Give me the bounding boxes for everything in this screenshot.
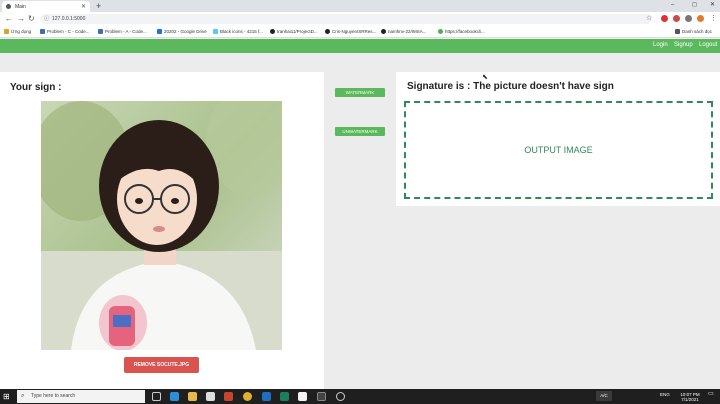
mouse-cursor-icon: ⬉ <box>482 74 488 81</box>
language-indicator[interactable]: A/C <box>596 391 612 401</box>
bookmarks-bar: Ứng dụng Problem - C - Code... Problem -… <box>0 26 720 38</box>
task-view-icon[interactable] <box>152 392 161 401</box>
chrome-icon[interactable] <box>243 392 252 401</box>
uploaded-photo <box>41 101 282 350</box>
extensions-puzzle-icon[interactable] <box>685 15 692 22</box>
store-icon[interactable] <box>206 392 215 401</box>
globe-icon <box>6 4 11 9</box>
bookmark-item[interactable]: https://facebookcli... <box>438 29 485 34</box>
login-link[interactable]: Login <box>653 42 668 48</box>
bookmark-item[interactable]: 20202 - Google Drive <box>157 29 207 34</box>
bookmark-item[interactable]: tranhai11/ProjectD... <box>270 29 318 34</box>
signup-link[interactable]: Signup <box>674 42 693 48</box>
reading-list[interactable]: Danh sách đọc <box>675 29 712 34</box>
extension-abp-icon[interactable] <box>661 15 668 22</box>
reload-icon[interactable]: ↻ <box>28 13 35 25</box>
browser-tab[interactable]: Main ✕ <box>2 1 90 12</box>
bookmark-star-icon[interactable]: ☆ <box>646 13 652 25</box>
file-explorer-icon[interactable] <box>188 392 197 401</box>
bookmark-item[interactable]: Black icons - 4215 f... <box>213 29 263 34</box>
bookmark-apps[interactable]: Ứng dụng <box>4 29 31 34</box>
bookmark-favicon-icon <box>40 29 45 34</box>
signature-result: Signature is : The picture doesn't have … <box>407 81 614 92</box>
apps-grid-icon <box>4 29 9 34</box>
output-placeholder: OUTPUT IMAGE <box>524 145 593 155</box>
extension-red-icon[interactable] <box>673 15 680 22</box>
browser-toolbar: ← → ↻ ⓘ 127.0.0.1:5000 ☆ ⋮ <box>0 12 720 26</box>
menu-kebab-icon[interactable]: ⋮ <box>710 13 717 25</box>
portrait-image <box>41 101 282 350</box>
windows-taskbar: ⊞ ⌕ Type here to search A/C ENG 10:07 PM… <box>0 389 720 404</box>
address-bar[interactable]: ⓘ 127.0.0.1:5000 <box>40 14 652 24</box>
profile-avatar[interactable] <box>697 15 704 22</box>
sign-title: Your sign : <box>10 82 62 93</box>
info-icon: ⓘ <box>44 16 50 22</box>
github-icon <box>381 29 386 34</box>
sign-panel: Your sign : REMOVE SOCUTE.JPG <box>0 72 324 390</box>
bookmark-item[interactable]: Cris-Nguyen/SRRes... <box>325 29 376 34</box>
github-icon <box>325 29 330 34</box>
close-icon[interactable]: ✕ <box>81 3 86 10</box>
app-icon[interactable] <box>298 392 307 401</box>
app-navbar: Login Signup Logout <box>0 39 720 53</box>
logout-link[interactable]: Logout <box>699 42 717 48</box>
github-desktop-icon[interactable] <box>336 392 345 401</box>
output-image-box: OUTPUT IMAGE <box>404 101 713 199</box>
globe-icon <box>438 29 443 34</box>
github-icon <box>270 29 275 34</box>
vscode-icon[interactable] <box>262 392 271 401</box>
windows-start-icon[interactable]: ⊞ <box>3 392 10 401</box>
forward-icon[interactable]: → <box>17 13 25 25</box>
result-panel: Signature is : The picture doesn't have … <box>396 72 720 206</box>
reading-list-icon <box>675 29 680 34</box>
window-close-button[interactable]: ✕ <box>710 1 715 9</box>
tab-title: Main <box>15 3 26 10</box>
bookmark-item[interactable]: Problem - A - Code... <box>98 29 147 34</box>
unwatermark-button[interactable]: UNWATERMARK <box>335 127 385 136</box>
taskbar-search[interactable]: ⌕ Type here to search <box>17 390 145 403</box>
terminal-icon[interactable] <box>280 392 289 401</box>
browser-tabstrip: Main ✕ + – ◻ ✕ <box>0 0 720 12</box>
bookmark-favicon-icon <box>98 29 103 34</box>
watermark-button[interactable]: WATERMARK <box>335 88 385 97</box>
maximize-button[interactable]: ◻ <box>692 1 697 9</box>
search-icon: ⌕ <box>21 393 25 399</box>
clock[interactable]: 10:07 PM 7/1/2021 <box>678 392 702 402</box>
notification-icon[interactable]: ▭ <box>708 391 714 397</box>
back-icon[interactable]: ← <box>5 13 13 25</box>
clock-date: 7/1/2021 <box>681 397 699 402</box>
office-icon[interactable] <box>224 392 233 401</box>
drive-icon <box>157 29 162 34</box>
taskbar-search-placeholder: Type here to search <box>31 393 76 399</box>
url-text: 127.0.0.1:5000 <box>52 16 86 22</box>
input-language[interactable]: ENG <box>660 392 670 397</box>
bookmark-item[interactable]: namhnv-22/IMSA... <box>381 29 427 34</box>
remove-image-button[interactable]: REMOVE SOCUTE.JPG <box>124 357 199 373</box>
heart-icon <box>213 29 218 34</box>
edge-icon[interactable] <box>170 392 179 401</box>
new-tab-button[interactable]: + <box>96 1 101 11</box>
cmd-icon[interactable] <box>317 392 326 401</box>
bookmark-item[interactable]: Problem - C - Code... <box>40 29 90 34</box>
minimize-button[interactable]: – <box>671 1 674 9</box>
